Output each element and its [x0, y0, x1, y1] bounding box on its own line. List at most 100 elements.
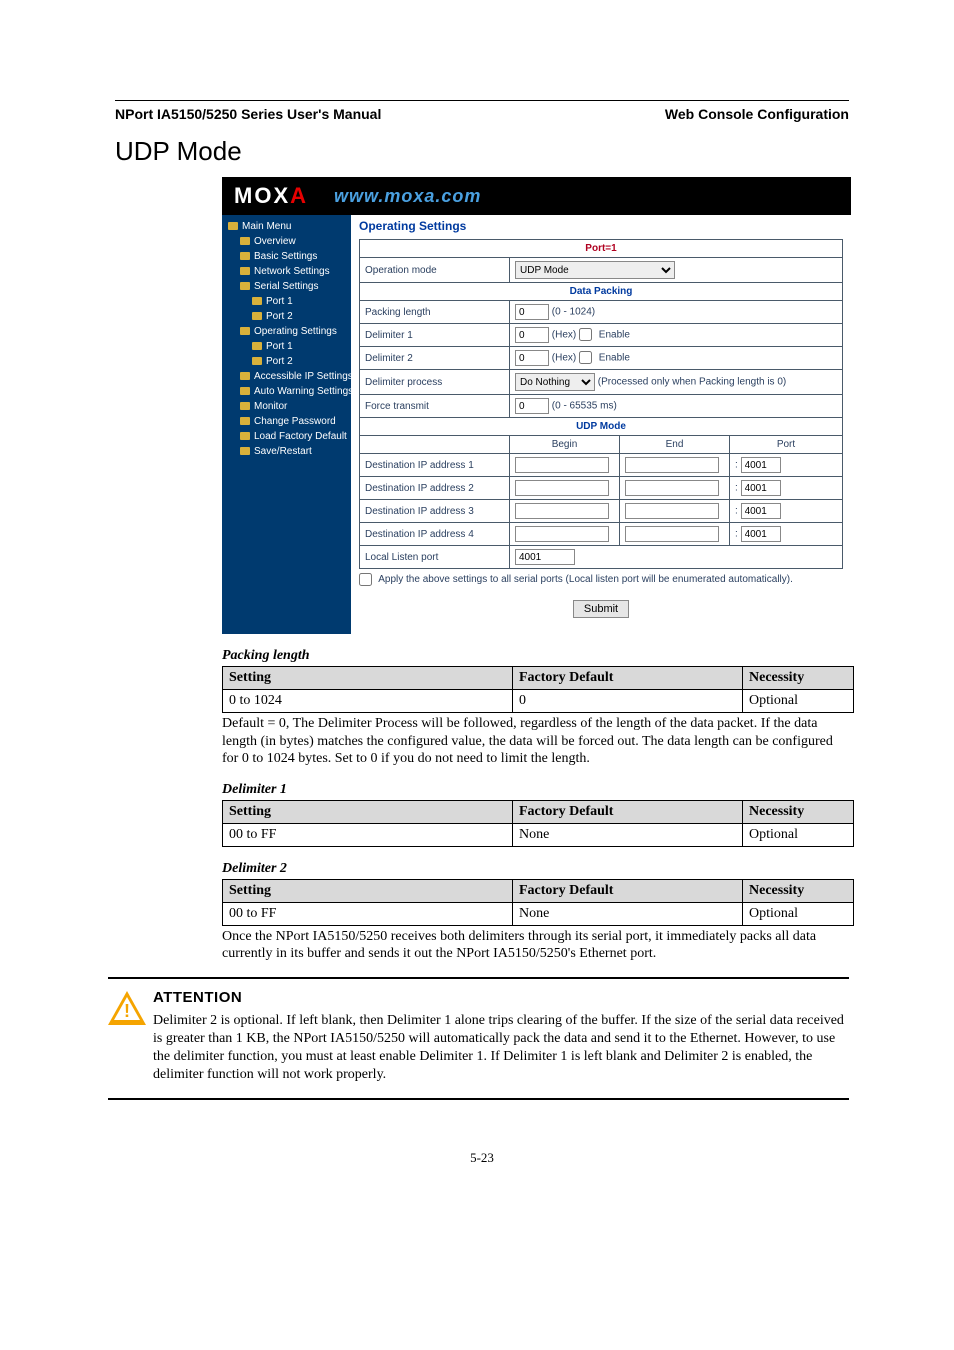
force-transmit-hint: (0 - 65535 ms): [552, 401, 617, 412]
th-setting: Setting: [223, 800, 513, 823]
folder-icon: [240, 252, 250, 260]
folder-icon: [240, 267, 250, 275]
delimiter-process-select[interactable]: Do Nothing: [515, 373, 595, 391]
col-port: Port: [730, 436, 843, 454]
nav-operating-settings[interactable]: Operating Settings: [254, 326, 337, 337]
content-title: Operating Settings: [359, 219, 843, 233]
th-default: Factory Default: [513, 800, 743, 823]
delim1-caption: Delimiter 1: [222, 782, 849, 798]
nav-op-port1[interactable]: Port 1: [266, 341, 293, 352]
td-default: None: [513, 823, 743, 846]
td-setting: 00 to FF: [223, 823, 513, 846]
folder-icon: [252, 357, 262, 365]
warning-icon: !: [108, 989, 153, 1085]
screenshot: MOXA www.moxa.com Main Menu Overview Bas…: [222, 177, 851, 634]
folder-icon: [252, 312, 262, 320]
delim1-table: Setting Factory Default Necessity 00 to …: [222, 800, 854, 847]
dest3-end-input[interactable]: [625, 503, 719, 519]
dest3-begin-input[interactable]: [515, 503, 609, 519]
dest2-end-input[interactable]: [625, 480, 719, 496]
nav-basic-settings[interactable]: Basic Settings: [254, 251, 317, 262]
folder-icon: [252, 297, 262, 305]
dest1-end-input[interactable]: [625, 457, 719, 473]
delimiter-process-hint: (Processed only when Packing length is 0…: [598, 377, 786, 388]
delimiter-process-label: Delimiter process: [360, 370, 510, 395]
dest4-port-input[interactable]: [741, 526, 781, 542]
folder-open-icon: [240, 327, 250, 335]
dest4-end-input[interactable]: [625, 526, 719, 542]
dest1-port-input[interactable]: [741, 457, 781, 473]
dest3-label: Destination IP address 3: [360, 500, 510, 523]
dest4-begin-input[interactable]: [515, 526, 609, 542]
th-default: Factory Default: [513, 667, 743, 690]
delimiter1-enable-checkbox[interactable]: [579, 328, 592, 341]
nav-auto-warning[interactable]: Auto Warning Settings: [254, 386, 353, 397]
nav-monitor[interactable]: Monitor: [254, 401, 287, 412]
delimiter1-enable-label: Enable: [599, 330, 630, 341]
th-setting: Setting: [223, 879, 513, 902]
force-transmit-label: Force transmit: [360, 395, 510, 418]
td-setting: 0 to 1024: [223, 690, 513, 713]
header-right: Web Console Configuration: [665, 106, 849, 122]
nav-serial-settings[interactable]: Serial Settings: [254, 281, 318, 292]
nav-overview[interactable]: Overview: [254, 236, 296, 247]
folder-open-icon: [240, 282, 250, 290]
brand-url: www.moxa.com: [334, 186, 481, 207]
nav-load-factory[interactable]: Load Factory Default: [254, 431, 347, 442]
apply-all-checkbox[interactable]: [359, 573, 372, 586]
folder-icon: [252, 342, 262, 350]
td-necessity: Optional: [743, 823, 854, 846]
local-listen-input[interactable]: [515, 549, 575, 565]
dest2-label: Destination IP address 2: [360, 477, 510, 500]
dest2-port-input[interactable]: [741, 480, 781, 496]
dest3-port-input[interactable]: [741, 503, 781, 519]
col-begin: Begin: [510, 436, 620, 454]
delimiter2-input[interactable]: [515, 350, 549, 366]
nav-serial-port2[interactable]: Port 2: [266, 311, 293, 322]
apply-all-label: Apply the above settings to all serial p…: [378, 574, 793, 585]
delimiter2-enable-checkbox[interactable]: [579, 351, 592, 364]
page-title: UDP Mode: [115, 136, 849, 167]
nav-network-settings[interactable]: Network Settings: [254, 266, 330, 277]
packing-length-label: Packing length: [360, 301, 510, 324]
td-default: None: [513, 902, 743, 925]
delim2-note: Once the NPort IA5150/5250 receives both…: [222, 928, 849, 963]
delimiter2-hint: (Hex): [552, 353, 576, 364]
th-setting: Setting: [223, 667, 513, 690]
packing-length-input[interactable]: [515, 304, 549, 320]
th-necessity: Necessity: [743, 879, 854, 902]
packing-length-caption: Packing length: [222, 648, 849, 664]
dest1-begin-input[interactable]: [515, 457, 609, 473]
delimiter1-input[interactable]: [515, 327, 549, 343]
op-mode-select[interactable]: UDP Mode: [515, 261, 675, 279]
nav-serial-port1[interactable]: Port 1: [266, 296, 293, 307]
delimiter2-label: Delimiter 2: [360, 347, 510, 370]
logo: MOXA: [234, 183, 308, 209]
dest4-label: Destination IP address 4: [360, 523, 510, 546]
folder-icon: [240, 447, 250, 455]
th-necessity: Necessity: [743, 667, 854, 690]
delimiter1-label: Delimiter 1: [360, 324, 510, 347]
td-necessity: Optional: [743, 690, 854, 713]
port-header: Port=1: [360, 240, 843, 258]
th-default: Factory Default: [513, 879, 743, 902]
packing-length-table: Setting Factory Default Necessity 0 to 1…: [222, 666, 854, 713]
nav-accessible-ip[interactable]: Accessible IP Settings: [254, 371, 353, 382]
nav-op-port2[interactable]: Port 2: [266, 356, 293, 367]
dest2-begin-input[interactable]: [515, 480, 609, 496]
op-mode-label: Operation mode: [360, 258, 510, 283]
nav-save-restart[interactable]: Save/Restart: [254, 446, 312, 457]
td-setting: 00 to FF: [223, 902, 513, 925]
submit-button[interactable]: Submit: [573, 600, 629, 618]
folder-icon: [240, 372, 250, 380]
delimiter1-hint: (Hex): [552, 330, 576, 341]
dest1-label: Destination IP address 1: [360, 454, 510, 477]
th-necessity: Necessity: [743, 800, 854, 823]
nav-change-password[interactable]: Change Password: [254, 416, 336, 427]
delim2-table: Setting Factory Default Necessity 00 to …: [222, 879, 854, 926]
folder-icon: [228, 222, 238, 230]
force-transmit-input[interactable]: [515, 398, 549, 414]
folder-icon: [240, 387, 250, 395]
nav-main-menu[interactable]: Main Menu: [242, 221, 291, 232]
attention-title: ATTENTION: [153, 989, 849, 1006]
